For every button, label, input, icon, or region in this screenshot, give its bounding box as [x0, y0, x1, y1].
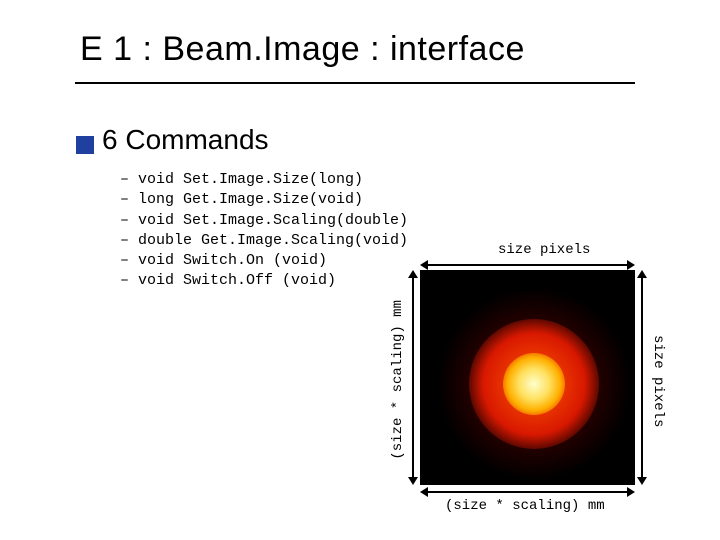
- dimension-arrow-bottom: [420, 487, 635, 497]
- dimension-label-right: size pixels: [650, 335, 666, 427]
- list-item: –double Get.Image.Scaling(void): [120, 231, 408, 251]
- list-item: –void Set.Image.Scaling(double): [120, 211, 408, 231]
- dimension-arrow-right: [637, 270, 647, 485]
- list-item: –long Get.Image.Size(void): [120, 190, 408, 210]
- command-text: double Get.Image.Scaling(void): [138, 232, 408, 249]
- dimension-label-top: size pixels: [498, 242, 590, 258]
- beam-image-figure: [420, 270, 635, 485]
- slide: E 1 : Beam.Image : interface 6 Commands …: [0, 0, 720, 540]
- list-item: –void Switch.Off (void): [120, 271, 408, 291]
- beam-glow-core: [503, 353, 565, 415]
- command-text: void Set.Image.Scaling(double): [138, 212, 408, 229]
- title-underline: [75, 82, 635, 84]
- dimension-label-left: (size * scaling) mm: [390, 300, 406, 460]
- command-text: long Get.Image.Size(void): [138, 191, 363, 208]
- dimension-label-bottom: (size * scaling) mm: [445, 498, 605, 514]
- slide-title: E 1 : Beam.Image : interface: [80, 30, 525, 69]
- list-item: –void Switch.On (void): [120, 251, 408, 271]
- command-text: void Switch.Off (void): [138, 272, 336, 289]
- command-text: void Switch.On (void): [138, 252, 327, 269]
- beam-image-frame: [420, 270, 635, 485]
- section-heading: 6 Commands: [102, 124, 269, 156]
- command-text: void Set.Image.Size(long): [138, 171, 363, 188]
- dimension-arrow-left: [408, 270, 418, 485]
- commands-list: –void Set.Image.Size(long) –long Get.Ima…: [120, 170, 408, 292]
- dimension-arrow-top: [420, 260, 635, 270]
- list-item: –void Set.Image.Size(long): [120, 170, 408, 190]
- bullet-square-icon: [76, 136, 94, 154]
